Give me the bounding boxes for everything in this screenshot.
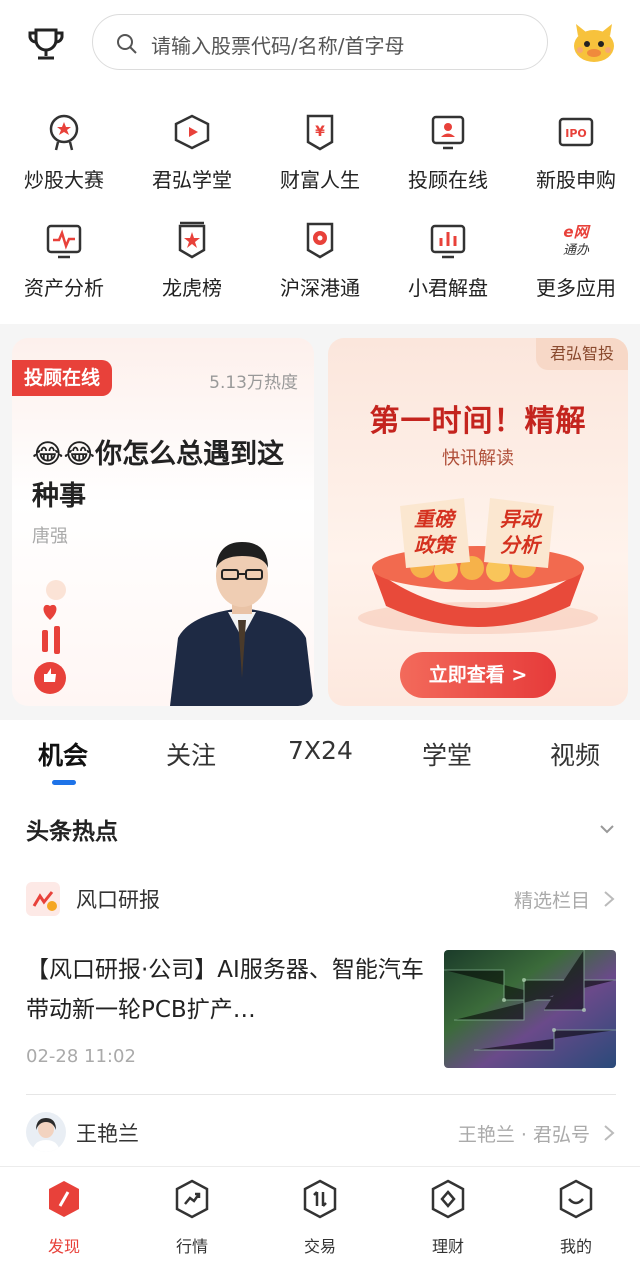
ipo-icon: IPO — [558, 117, 594, 147]
promo-banners: 投顾在线 5.13万热度 😂😂你怎么总遇到这种事 唐强 君弘智投 第一时间！精解… — [0, 324, 640, 720]
grid-item-more-apps[interactable]: e网 通办 更多应用 — [512, 208, 640, 308]
grid-item-ipo-subscribe[interactable]: IPO 新股申购 — [512, 100, 640, 200]
tab-7x24[interactable]: 7X24 — [288, 736, 353, 765]
grid-item-label: 炒股大赛 — [24, 168, 104, 192]
grid-item-label: 更多应用 — [536, 276, 616, 300]
stock-connect-icon — [306, 222, 334, 259]
author-row[interactable]: 王艳兰 王艳兰 · 君弘号 — [26, 1110, 616, 1156]
news-headline[interactable]: 【风口研报·公司】AI服务器、智能汽车带动新一轮PCB扩产… — [26, 950, 424, 1030]
grid-item-label: 小君解盘 — [408, 276, 488, 300]
grid-item-market-review[interactable]: 小君解盘 — [384, 208, 512, 308]
grid-item-junhong-school[interactable]: 君弘学堂 — [128, 100, 256, 200]
smart-invest-subtitle: 快讯解读 — [442, 448, 514, 469]
nav-label: 发现 — [47, 1237, 80, 1256]
svg-text:重磅: 重磅 — [414, 507, 457, 531]
nav-profile[interactable]: 我的 — [512, 1179, 640, 1269]
source-row[interactable]: 风口研报 精选栏目 — [26, 878, 616, 920]
grid-item-label: 新股申购 — [536, 168, 616, 192]
nav-label: 我的 — [559, 1237, 592, 1256]
mascot-avatar-icon[interactable] — [570, 18, 618, 66]
smart-invest-title: 第一时间！精解 — [369, 404, 587, 439]
research-report-icon — [26, 882, 60, 916]
svg-text:政策: 政策 — [414, 533, 458, 557]
advisor-icon — [431, 115, 465, 150]
svg-text:分析: 分析 — [500, 533, 543, 557]
medal-icon — [49, 114, 79, 151]
nav-trade[interactable]: 交易 — [256, 1179, 384, 1269]
bottom-navigation: 发现 行情 交易 理财 我的 — [0, 1166, 640, 1285]
advisor-live-card[interactable]: 投顾在线 5.13万热度 😂😂你怎么总遇到这种事 唐强 — [12, 338, 314, 706]
chevron-right-icon — [604, 891, 615, 907]
school-play-icon — [174, 114, 210, 150]
section-title: 头条热点 — [26, 819, 118, 845]
search-input[interactable]: 请输入股票代码/名称/首字母 — [92, 14, 548, 70]
source-name: 风口研报 — [76, 888, 160, 912]
svg-text:¥: ¥ — [315, 124, 325, 140]
grid-item-label: 沪深港通 — [280, 276, 360, 300]
nav-discover[interactable]: 发现 — [0, 1179, 128, 1269]
trade-icon — [303, 1179, 337, 1219]
svg-text:异动: 异动 — [500, 507, 543, 531]
finance-icon — [431, 1179, 465, 1219]
author-tag: 王艳兰 · 君弘号 — [457, 1124, 590, 1146]
wealth-icon: ¥ — [306, 114, 334, 151]
source-tag: 精选栏目 — [513, 890, 590, 912]
grid-item-advisor-online[interactable]: 投顾在线 — [384, 100, 512, 200]
grid-item-label: 君弘学堂 — [152, 168, 232, 192]
profile-icon — [559, 1179, 593, 1219]
grid-item-wealth-life[interactable]: ¥ 财富人生 — [256, 100, 384, 200]
feed-divider — [26, 1094, 616, 1095]
trophy-icon[interactable] — [24, 22, 68, 66]
asset-analysis-icon — [46, 224, 82, 259]
view-now-button[interactable]: 立即查看 > — [400, 652, 556, 698]
nav-label: 行情 — [175, 1237, 208, 1256]
grid-item-stock-connect[interactable]: 沪深港通 — [256, 208, 384, 308]
svg-text:通办: 通办 — [563, 243, 590, 258]
shortcut-grid: 炒股大赛 君弘学堂 ¥ 财富人生 投顾在线 IPO 新股申购 资产分析 龙虎榜 … — [0, 100, 640, 324]
discover-icon — [49, 1181, 79, 1217]
active-tab-indicator — [52, 780, 76, 785]
svg-text:IPO: IPO — [565, 127, 587, 140]
grid-item-label: 资产分析 — [24, 276, 104, 300]
svg-text:e网: e网 — [563, 223, 591, 241]
author-name: 王艳兰 — [76, 1122, 139, 1146]
smart-invest-card[interactable]: 君弘智投 第一时间！精解 快讯解读 重磅 政策 异动 分析 立即查看 > — [328, 338, 628, 706]
chevron-down-icon[interactable] — [598, 822, 616, 836]
tab-school[interactable]: 学堂 — [422, 736, 472, 772]
live-card-title: 😂😂你怎么总遇到这种事 — [32, 439, 285, 512]
grid-item-dragon-tiger-list[interactable]: 龙虎榜 — [128, 208, 256, 308]
smart-invest-badge: 君弘智投 — [535, 338, 628, 370]
tab-follow[interactable]: 关注 — [166, 736, 216, 772]
pcb-thumbnail-image[interactable] — [444, 950, 616, 1068]
nav-label: 交易 — [303, 1237, 336, 1256]
top-header: 请输入股票代码/名称/首字母 — [0, 0, 640, 88]
grid-item-label: 龙虎榜 — [162, 276, 222, 300]
search-placeholder: 请输入股票代码/名称/首字母 — [151, 34, 405, 58]
grid-item-label: 财富人生 — [280, 168, 360, 192]
advisor-photo — [170, 542, 314, 706]
chevron-right-icon — [604, 1125, 615, 1141]
grid-item-asset-analysis[interactable]: 资产分析 — [0, 208, 128, 308]
like-decoration-icon — [34, 580, 66, 694]
live-card-author: 唐强 — [32, 526, 68, 547]
grid-item-stock-contest[interactable]: 炒股大赛 — [0, 100, 128, 200]
grid-item-label: 投顾在线 — [408, 168, 488, 192]
e-net-apps-icon: e网 通办 — [563, 223, 592, 258]
nav-label: 理财 — [431, 1237, 464, 1256]
heat-count: 5.13万热度 — [209, 373, 298, 393]
news-timestamp: 02-28 11:02 — [26, 1046, 136, 1067]
tab-opportunity[interactable]: 机会 — [38, 736, 88, 772]
author-avatar — [26, 1112, 66, 1152]
nav-market[interactable]: 行情 — [128, 1179, 256, 1269]
dragon-tiger-list-icon — [178, 221, 206, 259]
tab-video[interactable]: 视频 — [550, 736, 600, 772]
market-icon — [175, 1179, 209, 1219]
feed-tabs: 机会 关注 7X24 学堂 视频 — [0, 722, 640, 792]
market-review-icon — [430, 224, 466, 259]
search-icon — [117, 34, 137, 54]
treasure-bowl-illustration: 重磅 政策 异动 分析 — [358, 498, 598, 634]
advisor-live-badge: 投顾在线 — [12, 360, 113, 396]
nav-finance[interactable]: 理财 — [384, 1179, 512, 1269]
